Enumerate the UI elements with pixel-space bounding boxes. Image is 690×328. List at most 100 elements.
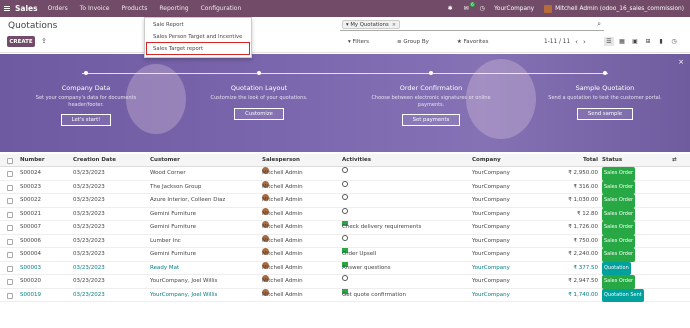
clock-icon[interactable]: ◷ (478, 5, 486, 13)
cell-number: S00021 (20, 210, 41, 217)
navbar-systray: ✱ ✉ 6 ◷ YourCompany Mitchell Admin (odoo_… (446, 0, 690, 17)
menu-item-sale-report[interactable]: Sale Report (153, 22, 184, 28)
pivot-view-icon[interactable]: ⊞ (643, 37, 653, 46)
cell-customer: Gemini Furniture (150, 251, 196, 257)
create-button[interactable]: CREATE (7, 36, 35, 47)
row-checkbox[interactable] (7, 265, 13, 272)
menu-item-sales-person-target[interactable]: Sales Person Target and Incentive (153, 34, 242, 40)
step-title: Order Confirmation (399, 84, 463, 92)
cell-company: YourCompany (472, 251, 510, 257)
lets-start-button[interactable]: Let's start! (60, 114, 112, 126)
column-settings-icon[interactable]: ⇄ (672, 154, 677, 167)
status-badge: Sales Order (602, 234, 636, 248)
status-badge: Sales Order (602, 248, 636, 262)
cell-company: YourCompany (472, 183, 510, 190)
avatar (544, 4, 553, 13)
groupby-toggle[interactable]: ≡ Group By (397, 39, 443, 45)
user-menu[interactable]: Mitchell Admin (odoo_16_sales_commission… (544, 4, 684, 13)
table-row[interactable]: S00007 03/23/2023 Gemini Furniture Mitchell… (0, 221, 690, 235)
close-icon[interactable]: × (392, 22, 396, 28)
table-row[interactable]: S00020 03/23/2023 YourCompany, Joel Willis… (0, 275, 690, 289)
row-checkbox[interactable] (7, 238, 13, 245)
table-row[interactable]: S00021 03/23/2023 Gemini Furniture Mitchell… (0, 207, 690, 221)
search-options: ▾ Filters ≡ Group By ★ Favorites (348, 39, 516, 45)
status-badge: Quotation (602, 261, 631, 275)
favorites-toggle[interactable]: ★ Favorites (457, 39, 503, 45)
step-dot (84, 71, 88, 75)
cell-total: ₹ 2,240.00 (568, 251, 598, 257)
select-all-checkbox[interactable] (7, 158, 13, 164)
highlight-box (146, 42, 250, 55)
table-row[interactable]: S00022 03/23/2023 Azure Interior, Colleen … (0, 194, 690, 208)
step-quotation-layout: Quotation Layout Customize the look of y… (194, 84, 324, 120)
clock-icon (342, 234, 348, 241)
table-row[interactable]: S00019 03/23/2023 YourCompany, Joel Willis… (0, 288, 690, 302)
menu-reporting[interactable]: Reporting (159, 5, 188, 12)
upload-icon[interactable]: ⇪ (41, 37, 47, 45)
search-icon[interactable]: ⌕ (597, 20, 601, 29)
filters-toggle[interactable]: ▾ Filters (348, 39, 383, 45)
col-status[interactable]: Status (602, 154, 622, 167)
chevron-left-icon[interactable]: ‹ (575, 38, 578, 46)
menu-products[interactable]: Products (121, 5, 147, 12)
close-icon[interactable]: × (678, 58, 684, 66)
salesperson-name: Mitchell Admin (262, 224, 303, 230)
col-creation-date[interactable]: Creation Date (73, 154, 116, 167)
col-total[interactable]: Total (538, 154, 598, 167)
chevron-right-icon[interactable]: › (583, 38, 586, 46)
cell-date: 03/23/2023 (73, 197, 105, 203)
menu-orders[interactable]: Orders (48, 5, 68, 12)
row-checkbox[interactable] (7, 252, 13, 258)
company-switcher[interactable]: YourCompany (494, 6, 534, 12)
status-badge: Sales Order (602, 221, 636, 235)
table-row[interactable]: S00004 03/23/2023 Gemini Furniture Mitchell… (0, 248, 690, 262)
row-checkbox[interactable] (7, 279, 13, 285)
apps-menu-icon[interactable] (4, 5, 10, 12)
col-salesperson[interactable]: Salesperson (262, 154, 300, 167)
step-dot (257, 71, 261, 75)
favorites-label: Favorites (463, 39, 489, 45)
row-checkbox[interactable] (7, 225, 13, 231)
row-checkbox[interactable] (7, 211, 13, 218)
col-number[interactable]: Number (20, 154, 45, 167)
status-badge: Sales Order (602, 207, 636, 221)
reporting-dropdown: Sale Report Sales Person Target and Ince… (144, 17, 252, 58)
app-brand[interactable]: Sales (15, 4, 38, 13)
customize-button[interactable]: Customize (234, 107, 284, 120)
activity-summary: Get quote confirmation (342, 291, 406, 298)
col-customer[interactable]: Customer (150, 154, 180, 167)
menu-to-invoice[interactable]: To Invoice (80, 5, 110, 12)
row-checkbox[interactable] (7, 184, 13, 191)
bug-icon[interactable]: ✱ (446, 5, 454, 13)
status-badge: Quotation Sent (602, 288, 644, 302)
table-row[interactable]: S00006 03/23/2023 Lumber Inc Mitchell Admin… (0, 234, 690, 248)
list-view-icon[interactable]: ☰ (604, 37, 614, 46)
set-payments-button[interactable]: Set payments (401, 114, 461, 126)
table-row[interactable]: S00003 03/23/2023 Ready Mat Mitchell Admin A… (0, 261, 690, 275)
chat-badge: 6 (469, 1, 476, 7)
row-checkbox[interactable] (7, 171, 13, 177)
search-bar[interactable]: ▾ My Quotations × ⌕ (340, 19, 604, 31)
table-row[interactable]: S00024 03/23/2023 Wood Corner Mitchell Admi… (0, 167, 690, 181)
calendar-view-icon[interactable]: ▣ (630, 37, 640, 46)
step-description: Customize the look of your quotations. (210, 95, 308, 101)
search-facet[interactable]: ▾ My Quotations × (342, 20, 401, 29)
col-activities[interactable]: Activities (342, 154, 371, 167)
send-sample-button[interactable]: Send sample (576, 107, 634, 120)
graph-view-icon[interactable]: ▮ (656, 37, 666, 46)
cell-customer: Wood Corner (150, 170, 186, 176)
salesperson-name: Mitchell Admin (262, 251, 303, 257)
kanban-view-icon[interactable]: ▦ (617, 37, 627, 46)
row-checkbox[interactable] (7, 292, 13, 299)
activity-view-icon[interactable]: ◷ (669, 37, 679, 46)
pager-value[interactable]: 1-11 / 11 (544, 39, 570, 45)
clock-icon (342, 167, 348, 173)
salesperson-name: Mitchell Admin (262, 291, 303, 298)
col-company[interactable]: Company (472, 154, 501, 167)
chat-icon[interactable]: ✉ 6 (462, 1, 476, 13)
menu-configuration[interactable]: Configuration (201, 5, 242, 12)
cell-customer: The Jackson Group (150, 183, 202, 190)
row-checkbox[interactable] (7, 198, 13, 204)
cell-number: S00023 (20, 183, 41, 190)
table-row[interactable]: S00023 03/23/2023 The Jackson Group Mitchel… (0, 180, 690, 194)
